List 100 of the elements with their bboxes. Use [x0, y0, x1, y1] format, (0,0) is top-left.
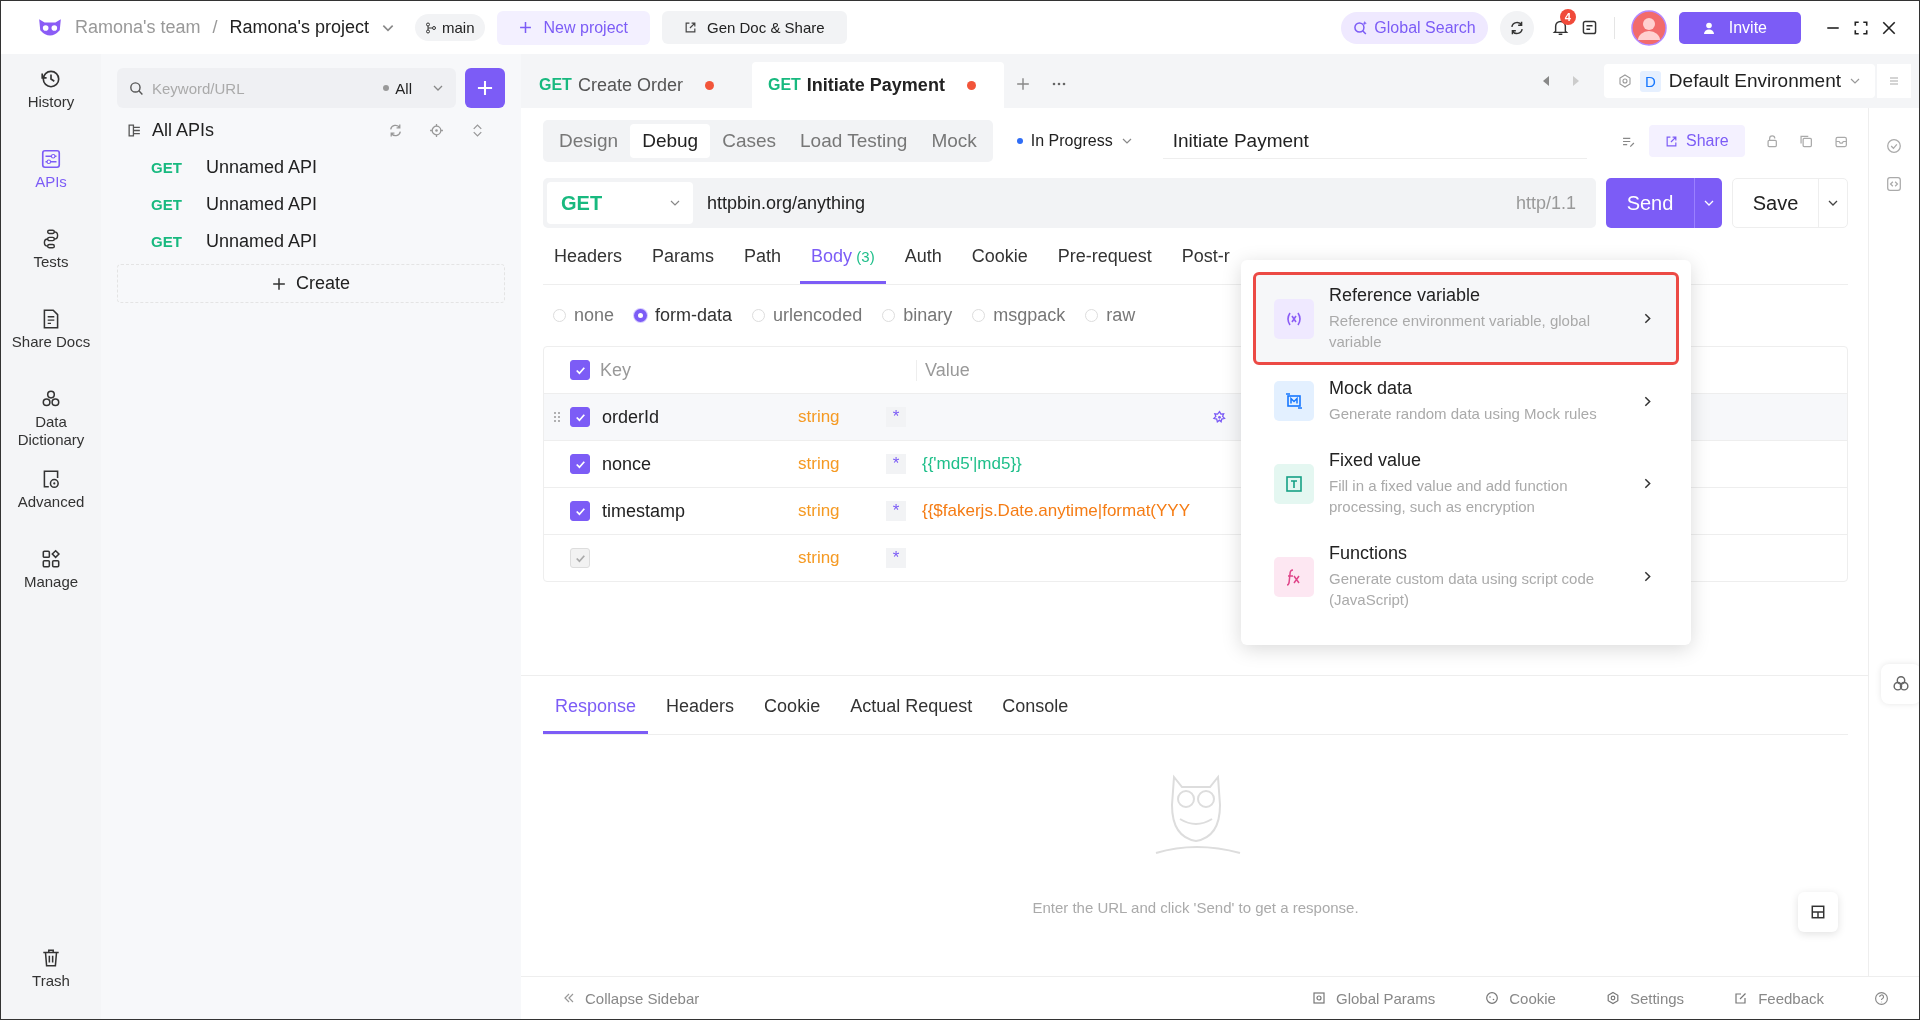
- help-icon[interactable]: [1874, 990, 1889, 1006]
- param-tab[interactable]: Params: [641, 234, 726, 284]
- api-name: Unnamed API: [206, 157, 318, 178]
- api-item[interactable]: GET Unnamed API: [117, 149, 505, 186]
- param-tab[interactable]: Post-r: [1170, 234, 1241, 284]
- request-tab[interactable]: GET Initiate Payment: [751, 62, 1004, 108]
- more-icon[interactable]: [1051, 82, 1066, 86]
- url-bar[interactable]: GET httpbin.org/anything http/1.1: [543, 178, 1596, 228]
- status-bar-item[interactable]: Settings: [1605, 989, 1685, 1007]
- api-item[interactable]: GET Unnamed API: [117, 223, 505, 260]
- send-menu-button[interactable]: [1694, 178, 1722, 228]
- invite-button[interactable]: Invite: [1678, 11, 1801, 44]
- plus-icon[interactable]: [1015, 77, 1030, 91]
- lock-icon[interactable]: [1764, 133, 1780, 149]
- sync-button[interactable]: [1499, 10, 1534, 45]
- copy-icon[interactable]: [1799, 133, 1814, 149]
- locate-icon[interactable]: [429, 123, 444, 138]
- mode-tab[interactable]: Cases: [710, 124, 788, 158]
- key-text[interactable]: orderId: [602, 406, 660, 427]
- param-tab[interactable]: Body (3): [800, 234, 886, 284]
- menu-item[interactable]: Fixed value Fill in a fixed value and add function processing, such as encryption: [1253, 437, 1679, 530]
- gen-doc-button[interactable]: Gen Doc & Share: [662, 11, 847, 44]
- status-bar-item[interactable]: Feedback: [1734, 989, 1824, 1007]
- mode-tab[interactable]: Mock: [919, 124, 989, 158]
- bell-icon[interactable]: [1551, 19, 1569, 36]
- param-tab[interactable]: Path: [733, 234, 793, 284]
- mode-tab[interactable]: Design: [547, 124, 631, 158]
- nav-item[interactable]: Manage: [1, 548, 101, 628]
- mode-tab[interactable]: Debug: [630, 124, 711, 158]
- drag-handle-icon[interactable]: [553, 411, 561, 423]
- square-gear-icon: [1312, 991, 1326, 1005]
- nav-item[interactable]: Trash: [1, 947, 101, 1013]
- create-button[interactable]: Create: [117, 264, 505, 303]
- menu-item[interactable]: Reference variable Reference environment variable, global variable: [1253, 272, 1679, 365]
- row-checkbox[interactable]: [570, 454, 590, 474]
- body-type-radio[interactable]: raw: [1085, 305, 1136, 326]
- nav-item[interactable]: APIs: [1, 148, 101, 228]
- nav-item[interactable]: Share Docs: [1, 308, 101, 388]
- url-text[interactable]: httpbin.org/anything: [707, 192, 866, 214]
- status-bar-item[interactable]: Global Params: [1312, 989, 1436, 1007]
- menu-item[interactable]: Mock data Generate random data using Mock rules: [1253, 365, 1679, 437]
- send-button[interactable]: Send: [1606, 178, 1694, 228]
- filter-dropdown[interactable]: All: [395, 79, 412, 97]
- column-header: Key: [599, 359, 633, 381]
- nav-item[interactable]: Data Dictionary: [1, 388, 101, 468]
- share-button[interactable]: Share: [1649, 125, 1745, 157]
- body-type-radio[interactable]: none: [553, 305, 615, 326]
- notes-icon[interactable]: [1580, 19, 1598, 36]
- branch-button[interactable]: main: [415, 14, 485, 41]
- key-text[interactable]: timestamp: [602, 500, 686, 521]
- param-tab[interactable]: Pre-request: [1046, 234, 1163, 284]
- required-toggle[interactable]: *: [886, 454, 906, 474]
- response-tab[interactable]: Console: [990, 684, 1081, 734]
- code-icon[interactable]: [1886, 176, 1902, 192]
- row-checkbox[interactable]: [570, 407, 590, 427]
- param-tab[interactable]: Cookie: [960, 234, 1039, 284]
- environment-select[interactable]: D Default Environment: [1604, 64, 1875, 98]
- body-type-radio[interactable]: binary: [882, 305, 953, 326]
- api-item[interactable]: GET Unnamed API: [117, 186, 505, 223]
- required-toggle[interactable]: *: [886, 501, 906, 521]
- response-tab[interactable]: Actual Request: [838, 684, 985, 734]
- response-tab[interactable]: Headers: [654, 684, 747, 734]
- new-project-button[interactable]: New project: [496, 10, 650, 45]
- api-name-field[interactable]: Initiate Payment: [1162, 123, 1587, 159]
- select-all-checkbox[interactable]: [570, 360, 590, 380]
- nav-item[interactable]: Advanced: [1, 468, 101, 548]
- row-checkbox[interactable]: [570, 501, 590, 521]
- body-type-radio[interactable]: urlencoded: [752, 305, 863, 326]
- mode-tab[interactable]: Load Testing: [788, 124, 920, 158]
- close-icon[interactable]: [1881, 19, 1897, 36]
- status-select[interactable]: In Progress: [1016, 132, 1133, 150]
- refresh-icon[interactable]: [388, 123, 403, 138]
- body-type-radio[interactable]: form-data: [634, 305, 733, 326]
- required-toggle[interactable]: *: [886, 407, 906, 427]
- tree-title[interactable]: All APIs: [152, 120, 215, 141]
- global-search-button[interactable]: Global Search: [1341, 11, 1488, 44]
- param-tab[interactable]: Auth: [893, 234, 953, 284]
- menu-item[interactable]: Functions Generate custom data using script code (JavaScript): [1253, 530, 1679, 623]
- ai-assistant-button[interactable]: [1881, 664, 1919, 704]
- expand-collapse-icon[interactable]: [470, 123, 485, 138]
- nav-item[interactable]: Tests: [1, 228, 101, 308]
- magic-value-icon[interactable]: [1212, 409, 1227, 425]
- add-button[interactable]: [465, 68, 505, 108]
- avatar[interactable]: [1630, 9, 1667, 46]
- project-name[interactable]: Ramona's project: [229, 17, 369, 38]
- param-tab[interactable]: Headers: [543, 234, 634, 284]
- plus-icon: [476, 79, 494, 97]
- layout-button[interactable]: [1798, 892, 1838, 932]
- response-tab[interactable]: Response: [543, 684, 649, 734]
- collapse-sidebar-link[interactable]: Collapse Sidebar: [563, 989, 700, 1007]
- status-bar-item[interactable]: Cookie: [1485, 989, 1556, 1007]
- triangle-left-icon[interactable]: [1542, 76, 1550, 86]
- maximize-icon[interactable]: [1853, 19, 1869, 36]
- response-tab[interactable]: Cookie: [752, 684, 833, 734]
- search-field[interactable]: Keyword/URL All: [117, 68, 456, 108]
- request-tab[interactable]: GET Create Order: [529, 62, 742, 108]
- nav-item[interactable]: History: [1, 68, 101, 148]
- key-text[interactable]: nonce: [602, 453, 652, 474]
- api-name: Unnamed API: [206, 231, 318, 252]
- body-type-radio[interactable]: msgpack: [972, 305, 1066, 326]
